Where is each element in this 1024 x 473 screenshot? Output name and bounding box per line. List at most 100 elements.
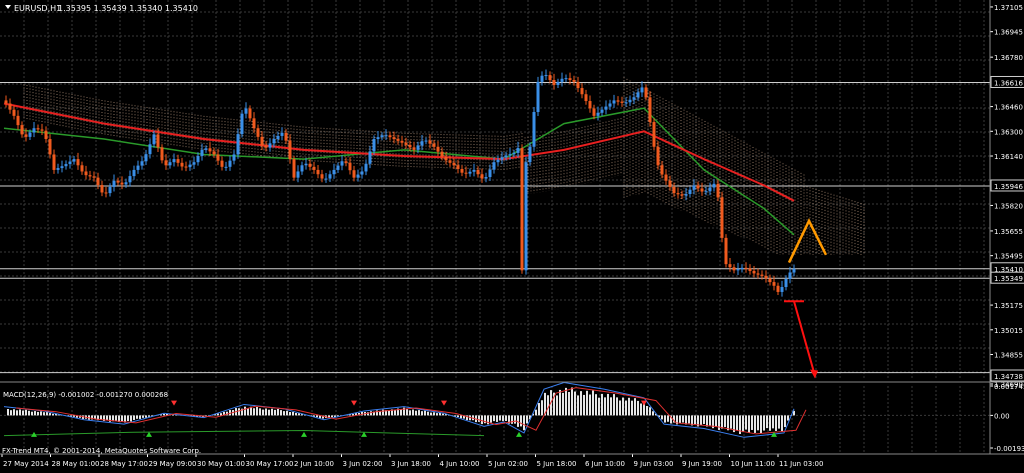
candle-bull xyxy=(68,161,72,165)
candle-bear xyxy=(520,147,524,271)
candle-bull xyxy=(196,156,200,163)
candle-bull xyxy=(604,106,608,110)
time-tick-label[interactable]: 9 Jun 03:00 xyxy=(634,460,674,468)
candle-bear xyxy=(728,264,732,268)
candle-bear xyxy=(764,275,768,279)
candle-bull xyxy=(536,81,540,112)
price-tick-label[interactable]: 1.36460 xyxy=(994,104,1023,112)
candle-bull xyxy=(516,147,520,153)
candle-bear xyxy=(760,274,764,276)
price-tick-label[interactable]: 1.36616 xyxy=(994,79,1023,87)
candle-bull xyxy=(380,135,384,138)
price-tick-label[interactable]: 1.36780 xyxy=(994,54,1023,62)
time-tick-label[interactable]: 30 May 17:00 xyxy=(246,460,294,468)
candle-bull xyxy=(144,154,148,162)
candle-bear xyxy=(84,171,88,176)
price-tick-label[interactable]: 1.34738 xyxy=(994,373,1023,381)
chart-window[interactable]: 1.37105 1.36945 1.36780 1.36616 1.36460 1.363… xyxy=(0,0,1024,469)
candle-bear xyxy=(620,101,624,103)
candle-bull xyxy=(544,75,548,77)
candle-bear xyxy=(776,285,780,292)
price-tick-label[interactable]: 1.35655 xyxy=(994,228,1023,236)
price-tick-label[interactable]: 1.35820 xyxy=(994,202,1023,210)
time-tick-label[interactable]: 2 Jun 10:00 xyxy=(294,460,334,468)
time-tick-label[interactable]: 4 Jun 10:00 xyxy=(440,460,480,468)
time-tick-label[interactable]: 3 Jun 02:00 xyxy=(343,460,383,468)
time-tick-label[interactable]: 30 May 01:00 xyxy=(197,460,245,468)
candle-bear xyxy=(320,174,324,179)
candle-bear xyxy=(588,101,592,109)
candle-bear xyxy=(448,160,452,163)
candle-bear xyxy=(88,175,92,177)
candle-bear xyxy=(428,140,432,144)
candle-bear xyxy=(120,182,124,185)
candle-bull xyxy=(152,134,156,145)
price-tick-label[interactable]: 1.36140 xyxy=(994,153,1023,161)
time-tick-label[interactable]: 6 Jun 10:00 xyxy=(585,460,625,468)
candle-bull xyxy=(372,139,376,152)
price-tick-label[interactable]: 1.36945 xyxy=(994,29,1023,37)
candle-bull xyxy=(188,164,192,168)
candle-bear xyxy=(96,177,100,186)
time-tick-label[interactable]: 3 Jun 18:00 xyxy=(391,460,431,468)
price-tick-label[interactable]: 1.34855 xyxy=(994,352,1023,360)
candle-bull xyxy=(268,143,272,148)
candle-bull xyxy=(276,135,280,140)
candle-bull xyxy=(780,287,784,292)
price-tick-label[interactable]: 1.35349 xyxy=(994,275,1023,283)
candle-bear xyxy=(180,162,184,167)
price-tick-label[interactable]: 1.37105 xyxy=(994,4,1023,12)
candle-bull xyxy=(336,165,340,170)
price-tick-label[interactable]: 1.35015 xyxy=(994,327,1023,335)
macd-tick-label[interactable]: 0.00 xyxy=(994,412,1010,420)
candle-bear xyxy=(664,174,668,181)
candle-bear xyxy=(656,146,660,166)
candle-bull xyxy=(736,269,740,271)
time-tick-label[interactable]: 28 May 01:00 xyxy=(52,460,100,468)
candle-bear xyxy=(648,97,652,123)
candle-bull xyxy=(360,171,364,175)
candle-bull xyxy=(564,78,568,80)
candle-bear xyxy=(644,87,648,98)
candle-bear xyxy=(668,180,672,187)
candle-bull xyxy=(416,145,420,150)
time-tick-label[interactable]: 5 Jun 02:00 xyxy=(488,460,528,468)
candle-bull xyxy=(300,165,304,172)
time-tick-label[interactable]: 28 May 17:00 xyxy=(100,460,148,468)
macd-tick-label[interactable]: -0.001935 xyxy=(994,445,1024,453)
candle-bull xyxy=(472,169,476,172)
price-tick-label[interactable]: 1.36300 xyxy=(994,128,1023,136)
chart-canvas[interactable]: 1.37105 1.36945 1.36780 1.36616 1.36460 1.363… xyxy=(0,0,1024,469)
candle-bear xyxy=(576,81,580,89)
time-tick-label[interactable]: 27 May 2014 xyxy=(3,460,49,468)
price-tick-label[interactable]: 1.35495 xyxy=(994,253,1023,261)
time-tick-label[interactable]: 5 Jun 18:00 xyxy=(537,460,577,468)
time-tick-label[interactable]: 29 May 09:00 xyxy=(149,460,197,468)
time-tick-label[interactable]: 11 Jun 03:00 xyxy=(779,460,823,468)
time-tick-label[interactable]: 10 Jun 11:00 xyxy=(731,460,775,468)
macd-tick-label[interactable]: 0.001745 xyxy=(994,383,1024,391)
candle-bull xyxy=(608,103,612,107)
candle-bear xyxy=(116,180,120,183)
candle-bull xyxy=(128,176,132,183)
candle-bull xyxy=(324,178,328,180)
candle-bear xyxy=(348,162,352,171)
price-tick-label[interactable]: 1.35946 xyxy=(994,183,1023,191)
chart-header[interactable]: EURUSD,H1 1.35395 1.35439 1.35340 1.3541… xyxy=(5,4,198,13)
price-tick-label[interactable]: 1.35175 xyxy=(994,302,1023,310)
candle-bull xyxy=(108,186,112,194)
candle-bear xyxy=(412,147,416,150)
candle-bull xyxy=(508,154,512,156)
macd-label: MACD(12,26,9) -0.001002 -0.001270 0.0002… xyxy=(3,391,168,399)
candle-bear xyxy=(680,194,684,196)
candle-bear xyxy=(404,142,408,145)
candle-bull xyxy=(236,134,240,155)
time-tick-label[interactable]: 9 Jun 19:00 xyxy=(682,460,722,468)
candle-bull xyxy=(512,152,516,155)
candle-bear xyxy=(400,140,404,143)
candle-bear xyxy=(292,159,296,178)
candle-bear xyxy=(456,165,460,169)
candle-bull xyxy=(784,278,788,288)
candle-bull xyxy=(132,169,136,177)
candle-bull xyxy=(560,78,564,82)
